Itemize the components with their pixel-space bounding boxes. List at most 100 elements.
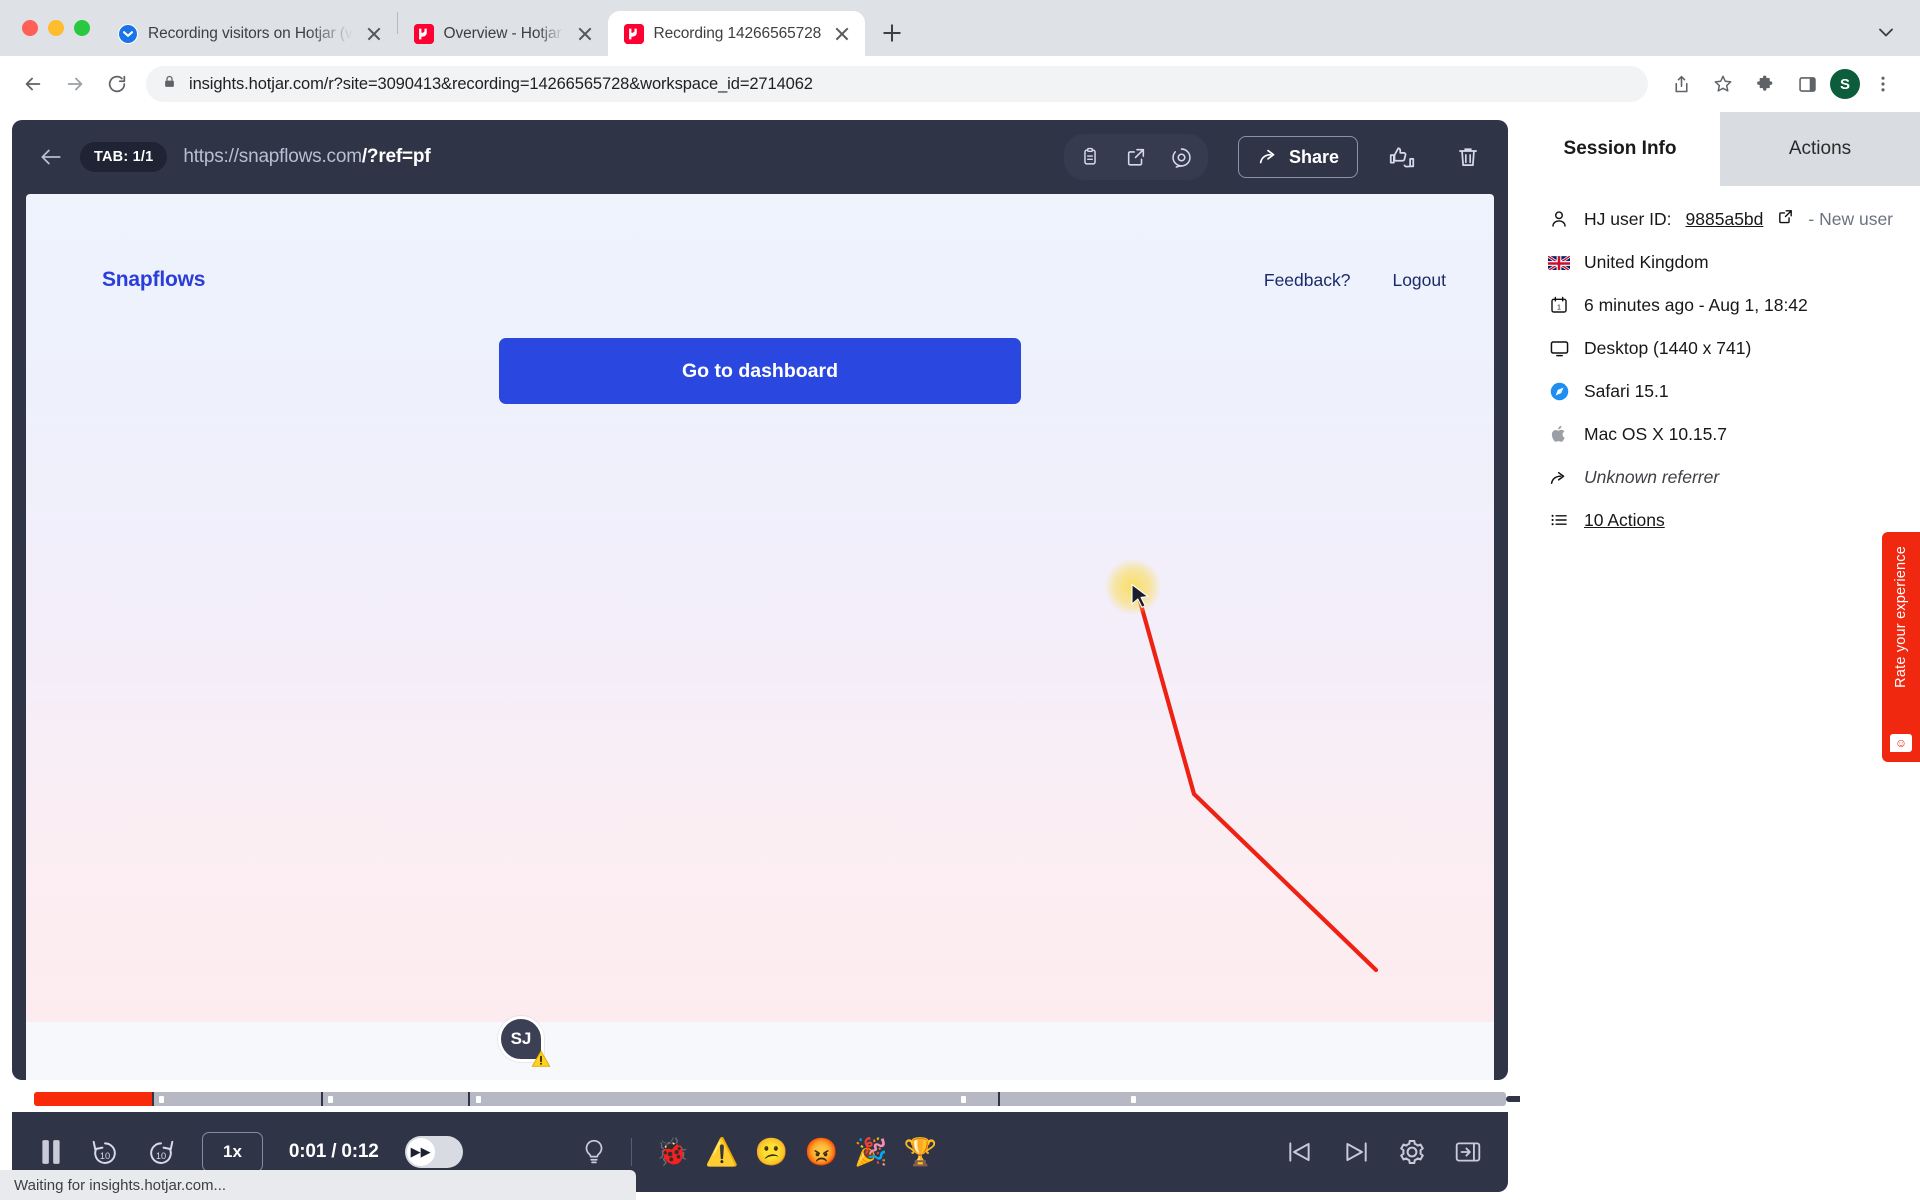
profile-avatar[interactable]: S <box>1830 69 1860 99</box>
close-icon[interactable] <box>574 23 596 45</box>
open-external-icon[interactable] <box>1777 208 1794 230</box>
url-prefix: https://snapflows.com <box>183 146 362 167</box>
site-nav-links: Feedback? Logout <box>1264 270 1446 291</box>
browser-tab-3[interactable]: Recording 14266565728 <box>607 11 866 56</box>
share-button-label: Share <box>1288 146 1339 167</box>
user-id-value[interactable]: 9885a5bd <box>1686 209 1764 230</box>
forward-icon[interactable] <box>56 65 94 103</box>
playback-controls: 10 10 1x 0:01 / 0:12 ▶▶ <box>38 1132 463 1172</box>
skip-previous-icon[interactable] <box>1286 1139 1314 1165</box>
timeline-event-marker[interactable] <box>159 1096 165 1103</box>
svg-text:1: 1 <box>1557 303 1561 312</box>
maximize-window-button[interactable] <box>74 20 90 36</box>
browser-label: Safari 15.1 <box>1584 380 1669 401</box>
browser-toolbar: insights.hotjar.com/r?site=3090413&recor… <box>0 56 1920 112</box>
tab-strip: Recording visitors on Hotjar (v Overview… <box>0 0 1920 56</box>
reaction-party[interactable]: 🎉 <box>854 1138 888 1166</box>
collapse-panel-icon[interactable] <box>1454 1139 1482 1165</box>
share-icon[interactable] <box>1662 65 1700 103</box>
skip-next-icon[interactable] <box>1342 1139 1370 1165</box>
reaction-warning[interactable]: ⚠️ <box>705 1138 739 1166</box>
timeline-event-marker[interactable] <box>961 1096 967 1103</box>
three-dot-menu-icon[interactable] <box>1864 65 1902 103</box>
pocket-icon <box>118 23 138 44</box>
hotjar-icon <box>413 23 434 44</box>
insight-lightbulb-icon[interactable] <box>581 1138 607 1166</box>
side-panel-icon[interactable] <box>1788 65 1826 103</box>
player-column: TAB: 1/1 https://snapflows.com/?ref=pf S… <box>0 112 1904 1200</box>
browser-tab-1[interactable]: Recording visitors on Hotjar (v <box>102 11 397 56</box>
pause-button[interactable] <box>38 1138 64 1166</box>
new-tab-button[interactable] <box>873 14 911 52</box>
uk-flag-icon <box>1548 251 1570 273</box>
session-info-list: HJ user ID: 9885a5bd - New user United K… <box>1520 186 1920 531</box>
site-link-feedback[interactable]: Feedback? <box>1264 270 1351 291</box>
timeline-track[interactable] <box>34 1092 1506 1106</box>
forward-10-icon[interactable]: 10 <box>146 1137 176 1167</box>
tab-actions[interactable]: Actions <box>1720 112 1920 186</box>
user-id-label: HJ user ID: <box>1584 208 1672 229</box>
window-traffic-lights <box>14 0 102 56</box>
list-icon <box>1548 509 1570 531</box>
rate-experience-widget[interactable]: Rate your experience ☺ <box>1882 532 1920 762</box>
user-icon <box>1548 208 1570 230</box>
close-window-button[interactable] <box>22 20 38 36</box>
feedback-thumbs-icon[interactable] <box>1380 135 1424 179</box>
open-external-icon[interactable] <box>1116 137 1156 177</box>
minimize-window-button[interactable] <box>48 20 64 36</box>
back-arrow-icon[interactable] <box>38 144 64 170</box>
new-user-label: - New user <box>1808 208 1894 229</box>
tab-title: Recording 14266565728 <box>653 24 822 42</box>
lock-icon <box>162 74 177 94</box>
highlight-icon[interactable] <box>1162 137 1202 177</box>
address-bar[interactable]: insights.hotjar.com/r?site=3090413&recor… <box>146 66 1648 102</box>
chevron-down-icon[interactable] <box>1874 20 1898 44</box>
timeline-event-marker[interactable] <box>328 1096 334 1103</box>
timeline-event-marker[interactable] <box>1130 1096 1136 1103</box>
skip-inactivity-toggle[interactable]: ▶▶ <box>404 1136 463 1168</box>
status-bar: Waiting for insights.hotjar.com... <box>0 1170 636 1200</box>
session-sidebar: Session Info Actions HJ user ID: 9885a5b… <box>1520 112 1920 1200</box>
mouse-path-line <box>1135 591 1379 973</box>
session-player: TAB: 1/1 https://snapflows.com/?ref=pf S… <box>12 120 1508 1080</box>
close-icon[interactable] <box>831 23 853 45</box>
reload-icon[interactable] <box>98 65 136 103</box>
playback-speed-button[interactable]: 1x <box>202 1132 263 1172</box>
site-header: Snapflows Feedback? Logout <box>26 194 1494 292</box>
share-button[interactable]: Share <box>1237 136 1358 178</box>
site-link-logout[interactable]: Logout <box>1392 270 1446 291</box>
timeline-event-marker[interactable] <box>475 1096 481 1103</box>
tab-session-info[interactable]: Session Info <box>1520 112 1720 186</box>
actions-count-link[interactable]: 10 Actions <box>1584 510 1665 531</box>
os-label: Mac OS X 10.15.7 <box>1584 423 1727 444</box>
smiley-card-icon: ☺ <box>1890 734 1912 752</box>
sidebar-tab-bar: Session Info Actions <box>1520 112 1920 186</box>
browser-tab-2[interactable]: Overview - Hotjar <box>398 11 608 56</box>
back-icon[interactable] <box>14 65 52 103</box>
page-footer-strip <box>26 1022 1494 1080</box>
info-row-time: 1 6 minutes ago - Aug 1, 18:42 <box>1548 294 1910 316</box>
hotjar-recording-app: TAB: 1/1 https://snapflows.com/?ref=pf S… <box>0 112 1920 1200</box>
close-icon[interactable] <box>363 23 385 45</box>
extensions-puzzle-icon[interactable] <box>1746 65 1784 103</box>
apple-icon <box>1548 423 1570 445</box>
click-highlight <box>1105 559 1161 615</box>
url-suffix: /?ref=pf <box>361 146 431 167</box>
timeline-tick <box>151 1092 154 1106</box>
go-to-dashboard-button[interactable]: Go to dashboard <box>499 338 1021 404</box>
reaction-bug[interactable]: 🐞 <box>656 1138 690 1166</box>
delete-trash-icon[interactable] <box>1446 135 1490 179</box>
copy-icon[interactable] <box>1070 137 1110 177</box>
settings-gear-icon[interactable] <box>1398 1138 1426 1166</box>
time-display: 0:01 / 0:12 <box>288 1141 379 1162</box>
visitor-avatar-pin[interactable]: SJ <box>498 1016 551 1067</box>
rewind-10-icon[interactable]: 10 <box>90 1137 120 1167</box>
country-label: United Kingdom <box>1584 251 1709 272</box>
bookmark-star-icon[interactable] <box>1704 65 1742 103</box>
player-right-controls <box>1286 1138 1482 1166</box>
reaction-trophy[interactable]: 🏆 <box>904 1138 938 1166</box>
reaction-angry[interactable]: 😡 <box>805 1138 839 1166</box>
tab-title: Recording visitors on Hotjar (v <box>148 24 353 42</box>
reaction-confused[interactable]: 😕 <box>755 1138 789 1166</box>
toggle-knob: ▶▶ <box>406 1138 435 1166</box>
